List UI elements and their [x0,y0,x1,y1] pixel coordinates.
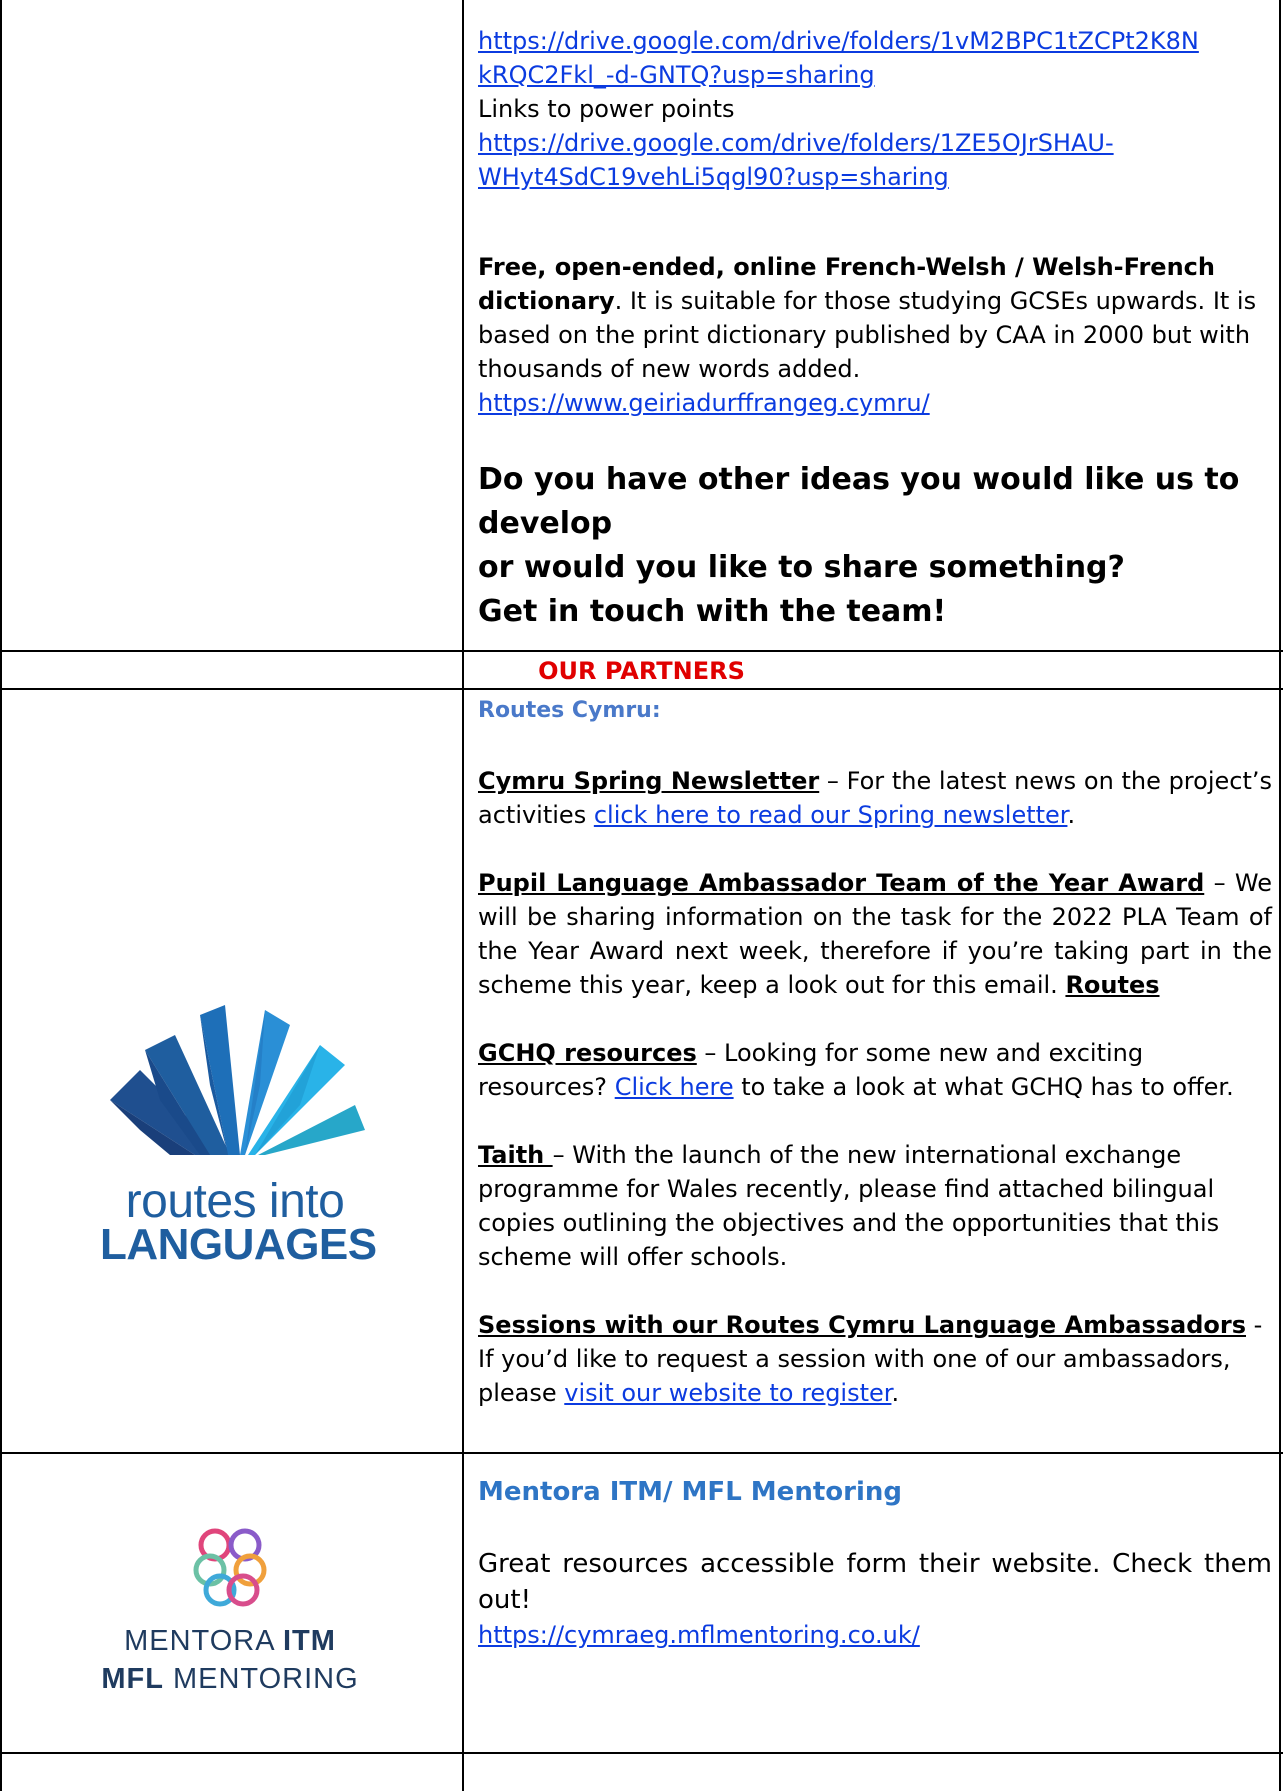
sessions-title: Sessions with our Routes Cymru Language … [478,1311,1246,1339]
newsletter-link[interactable]: click here to read our Spring newsletter [594,801,1068,829]
gchq-link[interactable]: Click here [615,1073,734,1101]
row-divider-1 [0,650,1283,652]
mentora-logo-itm: ITM [283,1625,336,1657]
pla-award-title: Pupil Language Ambassador Team of the Ye… [478,869,1205,897]
mentora-logo-word: MENTORA [124,1625,283,1657]
newsletter-end: . [1067,801,1076,829]
newsletter-title: Cymru Spring Newsletter [478,767,820,795]
pla-routes-label: Routes [1065,971,1160,999]
mentora-logo-mfl: MFL [101,1663,164,1695]
document-page: https://drive.google.com/drive/folders/1… [0,0,1283,1791]
sessions-link[interactable]: visit our website to register [564,1379,891,1407]
newsletter-paragraph: Cymru Spring Newsletter – For the latest… [478,764,1272,832]
routes-into-languages-logo: routes into LANGUAGES [100,1005,377,1269]
mentora-logo-line1: MENTORA ITM [80,1622,380,1660]
routes-logo-line1: routes into [125,1175,345,1228]
row-divider-4 [0,1752,1283,1754]
mentora-logo-line2: MFL MENTORING [80,1660,380,1698]
dictionary-link[interactable]: https://www.geiriadurffrangeg.cymru/ [478,386,1278,420]
gchq-paragraph: GCHQ resources – Looking for some new an… [478,1036,1272,1104]
powerpoints-link-line2: WHyt4SdC19vehLi5qgl90?usp=sharing [478,163,949,191]
fan-chevrons [110,1005,365,1155]
routes-logo-line2: LANGUAGES [100,1220,377,1269]
mentora-cell: Mentora ITM/ MFL Mentoring Great resourc… [470,1472,1278,1652]
contact-question: Do you have other ideas you would like u… [478,458,1278,634]
sessions-end: . [891,1379,900,1407]
powerpoints-link[interactable]: https://drive.google.com/drive/folders/1… [478,126,1278,194]
drive-folder-link[interactable]: https://drive.google.com/drive/folders/1… [478,24,1278,92]
drive-folder-link-line1: https://drive.google.com/drive/folders/1… [478,27,1199,55]
contact-question-line1: Do you have other ideas you would like u… [478,462,1240,541]
powerpoints-link-line1: https://drive.google.com/drive/folders/1… [478,129,1114,157]
routes-cymru-cell: Routes Cymru: Cymru Spring Newsletter – … [470,694,1278,1410]
partners-heading: OUR PARTNERS [538,657,745,685]
sessions-paragraph: Sessions with our Routes Cymru Language … [478,1308,1272,1410]
row-divider-3 [0,1452,1283,1454]
pla-award-paragraph: Pupil Language Ambassador Team of the Ye… [478,866,1272,1002]
mentora-heading: Mentora ITM/ MFL Mentoring [478,1477,902,1507]
dictionary-paragraph: Free, open-ended, online French-Welsh / … [478,250,1278,386]
taith-text: – With the launch of the new internation… [478,1141,1220,1271]
mentora-text: Great resources accessible form their we… [478,1549,1272,1615]
taith-paragraph: Taith – With the launch of the new inter… [478,1138,1272,1274]
table-border-right [1279,0,1281,1791]
powerpoints-label: Links to power points [478,95,735,123]
drive-folder-link-line2: kRQC2Fkl_-d-GNTQ?usp=sharing [478,61,875,89]
gchq-text2: to take a look at what GCHQ has to offer… [733,1073,1234,1101]
routes-fan-icon [110,1005,365,1155]
resources-cell: https://drive.google.com/drive/folders/1… [470,24,1278,634]
mentora-logo: MENTORA ITM MFL MENTORING [80,1520,380,1698]
contact-question-line3: Get in touch with the team! [478,594,947,629]
gchq-title: GCHQ resources [478,1039,697,1067]
contact-question-line2: or would you like to share something? [478,550,1125,585]
taith-title: Taith [478,1141,553,1169]
routes-cymru-heading: Routes Cymru: [478,698,661,723]
mentora-logo-mentoring: MENTORING [163,1663,359,1695]
mentora-knot-icon [193,1528,267,1607]
table-border-left [0,0,2,1791]
mentora-link[interactable]: https://cymraeg.mflmentoring.co.uk/ [478,1618,1272,1652]
table-column-divider [462,0,464,1791]
